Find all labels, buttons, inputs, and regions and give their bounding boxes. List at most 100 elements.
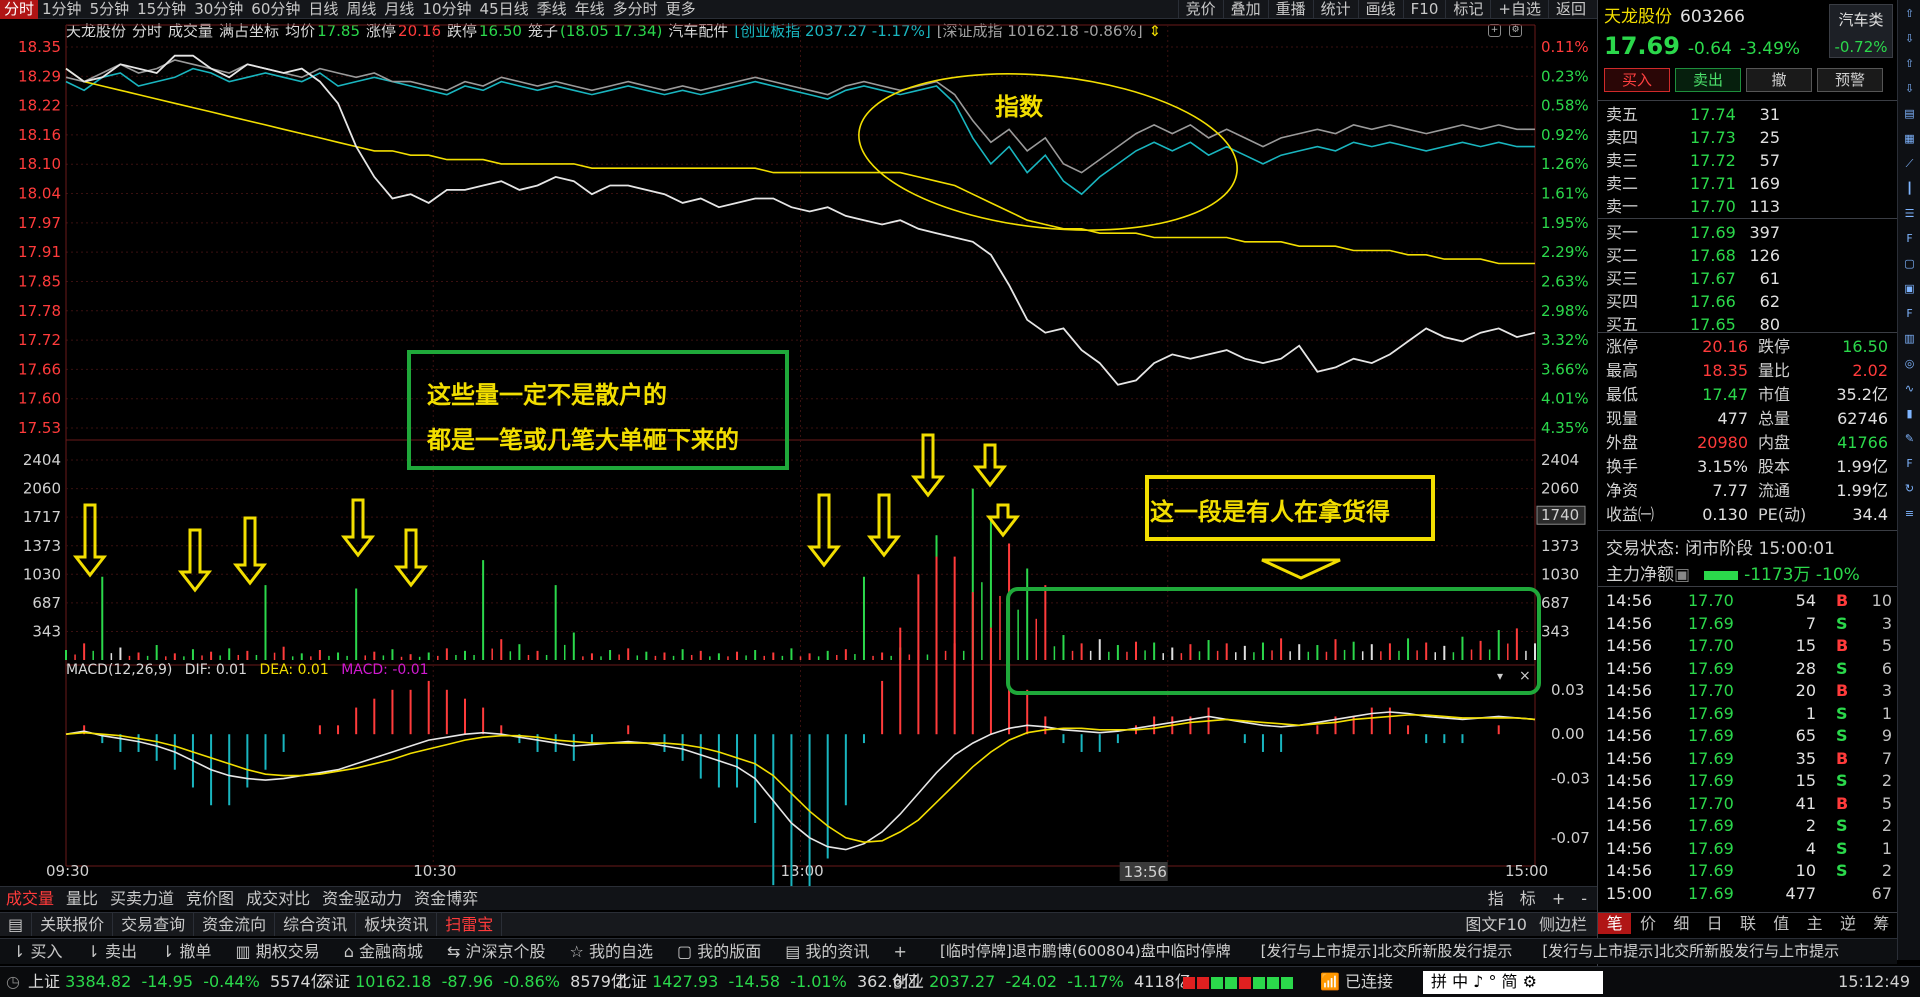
service-tab[interactable]: 板块资讯	[356, 913, 438, 936]
trade-button[interactable]: ⇂ 买入	[0, 939, 75, 964]
chart-tool-button[interactable]: 返回	[1547, 0, 1593, 19]
sell-button[interactable]: 卖出	[1675, 68, 1741, 92]
period-tab[interactable]: 季线	[533, 0, 571, 19]
news-ticker[interactable]: [临时停牌]退市鹏博(600804)盘中临时停牌 [发行与上市提示]北交所新股发行…	[940, 939, 1839, 964]
compass-icon[interactable]: ◎	[1899, 354, 1920, 375]
period-tab[interactable]: 月线	[380, 0, 418, 19]
news-item[interactable]: [发行与上市提示]北交所新股发行与上市提示	[1542, 939, 1839, 964]
bids-row[interactable]: 买三 17.67 61	[1606, 267, 1890, 290]
indicator-tab[interactable]: 买卖力道	[104, 887, 180, 910]
f2-icon[interactable]: F	[1899, 304, 1920, 325]
indicator-tab[interactable]: 资金博弈	[408, 887, 484, 910]
candle-icon[interactable]: ┃	[1899, 179, 1920, 200]
service-tab[interactable]: 资金流向	[194, 913, 276, 936]
doc-icon[interactable]: ▢	[1899, 254, 1920, 275]
f5-icon[interactable]: F	[1899, 454, 1920, 475]
service-tab[interactable]: 扫雷宝	[437, 913, 503, 936]
indicator-tool[interactable]: 标	[1520, 887, 1536, 910]
period-tab[interactable]: 年线	[571, 0, 609, 19]
news-item[interactable]: [临时停牌]退市鹏博(600804)盘中临时停牌	[940, 939, 1231, 964]
pen-icon[interactable]: ✎	[1899, 429, 1920, 450]
period-tab[interactable]: 更多	[662, 0, 700, 19]
asks-row[interactable]: 卖一 17.70 113	[1606, 195, 1890, 218]
quote-tab[interactable]: 值	[1765, 913, 1798, 934]
f10-icon[interactable]: F	[1899, 229, 1920, 250]
sector-badge[interactable]: 汽车类 -0.72%	[1829, 4, 1893, 58]
indicator-tab[interactable]: 成交量	[0, 887, 60, 910]
service-menu-icon[interactable]: ▤	[0, 913, 33, 936]
indicator-tab[interactable]: 成交对比	[240, 887, 316, 910]
grid-icon[interactable]: ▦	[1899, 129, 1920, 150]
index-bz[interactable]: 北证 1427.93 -14.58 -1.01% 362.6亿	[615, 967, 919, 997]
indicator-tab[interactable]: 竞价图	[180, 887, 240, 910]
refresh-icon[interactable]: ↻	[1899, 479, 1920, 500]
indicator-tool[interactable]: 指	[1488, 887, 1504, 910]
connection-status[interactable]: 📶 已连接	[1320, 967, 1393, 997]
trade-button[interactable]: ⌂ 金融商城	[332, 939, 435, 964]
service-tab[interactable]: 综合资讯	[275, 913, 357, 936]
trade-button[interactable]: ⇂ 撤单	[149, 939, 224, 964]
down-arrow-icon[interactable]: ⇩	[1899, 79, 1920, 100]
asks-row[interactable]: 卖三 17.72 57	[1606, 149, 1890, 172]
intraday-chart[interactable]: 18.35 18.29 18.22 18.16 18.10 18.04 17.97 17.91…	[0, 20, 1597, 886]
cancel-order-button[interactable]: 撤	[1746, 68, 1812, 92]
up-arrow-icon[interactable]: ⇧	[1899, 4, 1920, 25]
quote-tab[interactable]: 日	[1698, 913, 1731, 934]
trade-button[interactable]: ☆ 我的自选	[558, 939, 665, 964]
buy-button[interactable]: 买入	[1604, 68, 1670, 92]
quote-tab[interactable]: 价	[1631, 913, 1664, 934]
chart-tool-button[interactable]: 叠加	[1222, 0, 1268, 19]
trade-button[interactable]: ⇂ 卖出	[75, 939, 150, 964]
index-sz[interactable]: 深证 10162.18 -87.96 -0.86% 8579亿	[318, 967, 627, 997]
quote-tab[interactable]: 联	[1731, 913, 1764, 934]
chart-tool-button[interactable]: 竞价	[1177, 0, 1223, 19]
period-tab[interactable]: 30分钟	[190, 0, 247, 19]
chart-tool-button[interactable]: 统计	[1312, 0, 1358, 19]
chart-icon[interactable]: ▤	[1899, 104, 1920, 125]
quote-tab[interactable]: 筹	[1865, 913, 1898, 934]
bids-row[interactable]: 买一 17.69 397	[1606, 221, 1890, 244]
trade-button[interactable]: ▥ 期权交易	[224, 939, 332, 964]
period-tab[interactable]: 45日线	[476, 0, 533, 19]
trade-button[interactable]: ▤ 我的资讯	[773, 939, 881, 964]
trade-button[interactable]: ▢ 我的版面	[665, 939, 773, 964]
menu-icon[interactable]: ≡	[1899, 504, 1920, 525]
period-tab[interactable]: 10分钟	[418, 0, 475, 19]
service-tab[interactable]: 关联报价	[32, 913, 114, 936]
period-tab[interactable]: 60分钟	[247, 0, 304, 19]
chart-tool-button[interactable]: 标记	[1445, 0, 1490, 19]
quote-tab[interactable]: 逆	[1831, 913, 1864, 934]
flow-info-icon[interactable]: ▣	[1674, 565, 1690, 585]
chart-tool-button[interactable]: 重播	[1267, 0, 1313, 19]
indicator-tool[interactable]: +	[1552, 887, 1565, 910]
indicator-tab[interactable]: 资金驱动力	[316, 887, 408, 910]
status-icon[interactable]: ◷	[6, 967, 20, 997]
up-arrow-icon[interactable]: ⇧	[1899, 54, 1920, 75]
chart-tool-button[interactable]: +自选	[1490, 0, 1548, 19]
period-tab[interactable]: 5分钟	[86, 0, 134, 19]
calendar-icon[interactable]: ▥	[1899, 329, 1920, 350]
alert-button[interactable]: 预警	[1817, 68, 1883, 92]
period-tab[interactable]: 15分钟	[133, 0, 190, 19]
indicator-tab[interactable]: 量比	[60, 887, 104, 910]
index-sh[interactable]: 上证 3384.82 -14.95 -0.44% 5574亿	[28, 967, 327, 997]
quote-tab[interactable]: 主	[1798, 913, 1831, 934]
period-tab[interactable]: 分时	[0, 0, 39, 19]
list-icon[interactable]: ☰	[1899, 204, 1920, 225]
add-icon[interactable]: +	[881, 939, 918, 964]
index-cy[interactable]: 创业 2037.27 -24.02 -1.17% 4118亿	[892, 967, 1191, 997]
quote-tab[interactable]: 笔	[1598, 913, 1632, 934]
indicator-tool[interactable]: -	[1581, 887, 1587, 910]
asks-row[interactable]: 卖二 17.71 169	[1606, 172, 1890, 195]
ime-toolbar[interactable]: 拼 中 ♪ ° 简 ⚙	[1423, 971, 1603, 994]
service-right-tab[interactable]: 侧边栏	[1533, 913, 1593, 936]
service-tab[interactable]: 交易查询	[113, 913, 195, 936]
chart-tool-button[interactable]: 画线	[1357, 0, 1403, 19]
period-tab[interactable]: 多分时	[609, 0, 662, 19]
asks-row[interactable]: 卖四 17.73 25	[1606, 126, 1890, 149]
bids-row[interactable]: 买四 17.66 62	[1606, 290, 1890, 313]
table-icon[interactable]: ▣	[1899, 279, 1920, 300]
asks-row[interactable]: 卖五 17.74 31	[1606, 103, 1890, 126]
wave-icon[interactable]: ∿	[1899, 379, 1920, 400]
down-arrow-icon[interactable]: ⇩	[1899, 29, 1920, 50]
